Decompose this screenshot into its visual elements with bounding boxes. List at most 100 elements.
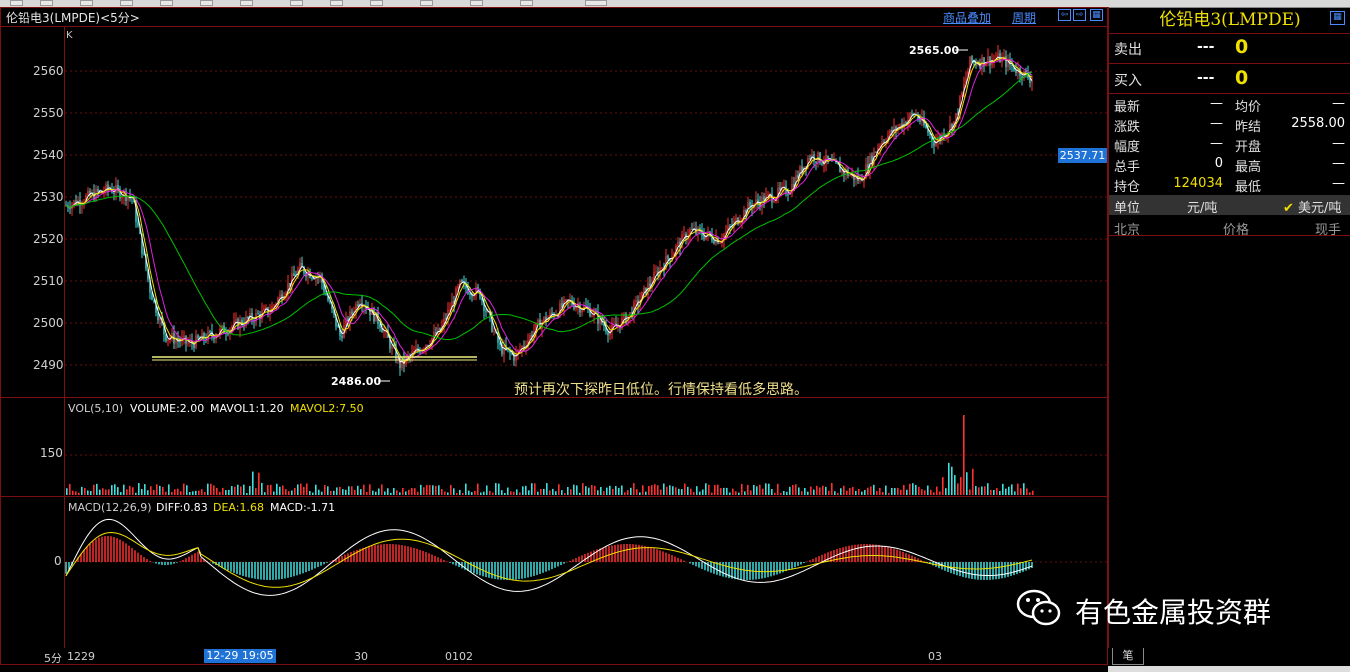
volume-bar (438, 485, 440, 495)
volume-bar (777, 483, 779, 495)
volume-bar (603, 491, 605, 495)
volume-bar (810, 486, 812, 495)
footer-bar: 笔 (1108, 648, 1350, 672)
candle-body (485, 310, 487, 312)
volume-bar (417, 491, 419, 495)
volume-bar (771, 489, 773, 495)
volume-bar (369, 484, 371, 495)
candle-body (113, 192, 115, 194)
x-label: 0102 (445, 650, 473, 663)
candle-body (787, 194, 789, 196)
volume-bar (717, 484, 719, 495)
volume-bar (102, 488, 104, 495)
unit-alt-option[interactable]: ✔ 美元/吨 (1283, 197, 1341, 216)
quote-separator (1109, 33, 1350, 34)
volume-bar (537, 491, 539, 495)
x-label: 30 (354, 650, 368, 663)
quote-value: 2558.00 (1291, 116, 1345, 131)
volume-bar (489, 490, 491, 495)
volume-bar (324, 484, 326, 495)
unit-row[interactable]: 单位 元/吨 ✔ 美元/吨 (1109, 195, 1350, 216)
volume-bar (861, 491, 863, 495)
volume-bar (501, 490, 503, 495)
volume-bar (828, 490, 830, 495)
volume-bar (387, 488, 389, 495)
volume-bar (915, 484, 917, 495)
candle-body (69, 207, 71, 210)
current-price-tag: 2537.71 (1058, 148, 1107, 163)
candle-body (911, 113, 913, 115)
volume-bar (834, 491, 836, 495)
volume-bar (420, 484, 422, 495)
volume-bar (90, 490, 92, 495)
volume-bar (273, 491, 275, 495)
volume-bar (786, 491, 788, 495)
volume-bar (933, 492, 935, 495)
volume-bar (357, 485, 359, 495)
volume-bar (414, 488, 416, 495)
volume-bar (1020, 488, 1022, 495)
candle-body (677, 241, 679, 246)
volume-bar (315, 484, 317, 495)
volume-bar (621, 485, 623, 495)
volume-bar (267, 485, 269, 495)
volume-bar (807, 491, 809, 495)
grid-icon[interactable]: ▦ (1330, 11, 1345, 25)
candle-body (115, 184, 117, 194)
candle-body (875, 151, 877, 153)
volume-bar (258, 472, 260, 495)
volume-bar (300, 483, 302, 495)
volume-bar (612, 488, 614, 495)
volume-bar (264, 492, 266, 495)
volume-bar (147, 490, 149, 495)
volume-bar (351, 486, 353, 495)
volume-bar (774, 492, 776, 495)
volume-bar (789, 486, 791, 495)
candle-body (821, 163, 823, 165)
volume-bar (483, 491, 485, 495)
volume-bar (426, 484, 428, 495)
cursor-time: 12-29 19:05 (204, 649, 276, 663)
candle-body (735, 217, 737, 221)
volume-bar (720, 488, 722, 495)
candle-body (197, 335, 199, 339)
volume-bar (714, 484, 716, 495)
volume-bar (561, 490, 563, 495)
volume-bar (516, 489, 518, 495)
volume-bar (960, 477, 962, 495)
candle-body (167, 339, 169, 342)
volume-bar (975, 486, 977, 495)
volume-bar (99, 489, 101, 495)
sell-value: 0 (1235, 36, 1249, 58)
quote-value: 124034 (1173, 176, 1223, 191)
candlestick-chart[interactable] (0, 0, 1108, 665)
volume-bar (543, 488, 545, 495)
tab-ticks[interactable]: 笔 (1112, 648, 1144, 665)
unit-value[interactable]: 元/吨 (1187, 197, 1217, 216)
volume-bar (852, 486, 854, 495)
volume-bar (432, 485, 434, 495)
volume-bar (222, 487, 224, 495)
volume-bar (174, 489, 176, 495)
buy-value: 0 (1235, 67, 1249, 89)
volume-bar (891, 488, 893, 495)
volume-bar (198, 490, 200, 495)
candle-body (961, 92, 963, 97)
volume-bar (660, 489, 662, 495)
volume-bar (207, 483, 209, 495)
volume-bar (177, 488, 179, 495)
quote-label: 持仓 (1114, 180, 1141, 195)
period-label[interactable]: 5分 (44, 650, 62, 666)
ma60-line (65, 71, 1033, 340)
volume-bar (594, 485, 596, 495)
volume-bar (927, 485, 929, 495)
volume-bar (465, 483, 467, 495)
volume-bar (876, 491, 878, 495)
volume-bar (552, 488, 554, 495)
volume-bar (768, 483, 770, 495)
volume-bar (576, 485, 578, 495)
candle-body (713, 240, 715, 244)
volume-bar (705, 483, 707, 495)
volume-bar (795, 484, 797, 495)
candle-body (1015, 70, 1017, 73)
